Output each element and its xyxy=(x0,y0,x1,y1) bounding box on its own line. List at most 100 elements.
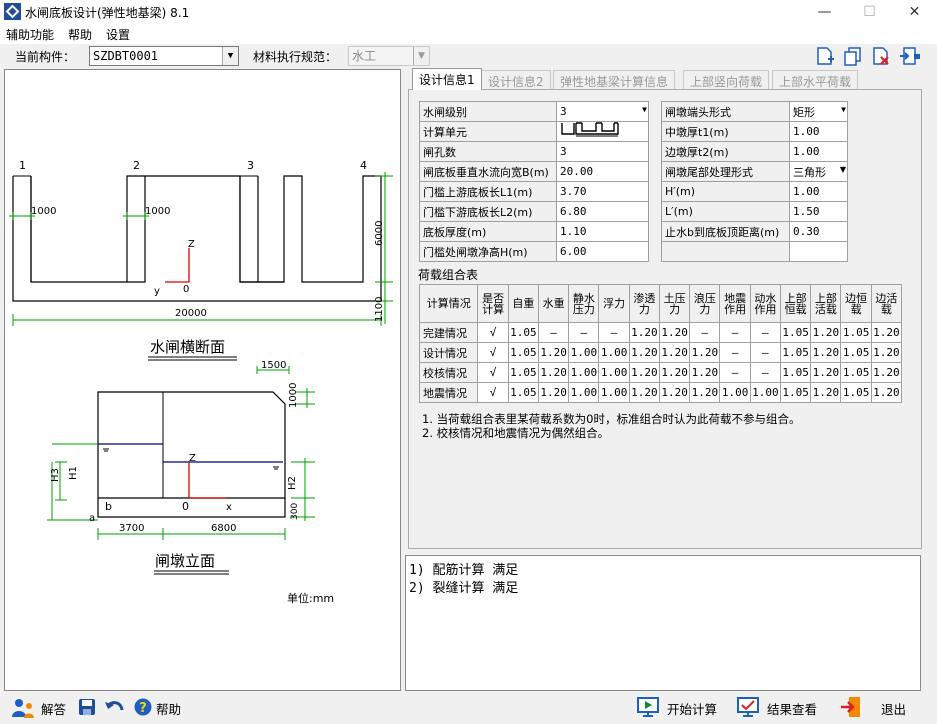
param-value[interactable]: 1.00 xyxy=(789,181,848,202)
close-button[interactable]: ✕ xyxy=(892,0,937,24)
load-factor-cell[interactable]: — xyxy=(598,322,630,343)
chevron-down-icon[interactable]: ▼ xyxy=(841,105,846,114)
tab-upper-vertical-load[interactable]: 上部竖向荷载 xyxy=(683,70,770,89)
load-factor-cell[interactable]: — xyxy=(749,362,781,383)
load-factor-cell[interactable]: 1.20 xyxy=(537,382,570,403)
load-factor-cell[interactable]: 1.20 xyxy=(689,362,721,383)
load-factor-cell[interactable]: 1.20 xyxy=(689,342,721,363)
load-factor-cell[interactable]: 1.05 xyxy=(779,382,812,403)
load-factor-cell[interactable]: 1.20 xyxy=(658,382,691,403)
answer-button[interactable]: 解答 xyxy=(41,699,66,718)
import-component-icon[interactable] xyxy=(899,46,921,66)
help-button[interactable]: 帮助 xyxy=(156,699,181,718)
load-factor-cell[interactable]: 1.05 xyxy=(507,342,539,363)
load-factor-cell[interactable]: — xyxy=(749,322,781,343)
exit-button[interactable]: 退出 xyxy=(881,699,906,718)
param-value[interactable]: 1.00 xyxy=(789,121,848,142)
param-value[interactable]: 3 ▼ xyxy=(556,101,649,122)
param-value[interactable] xyxy=(789,241,848,262)
load-factor-cell[interactable]: 1.20 xyxy=(810,322,842,343)
load-factor-cell[interactable]: 1.20 xyxy=(628,382,660,403)
tab-elastic-beam-info[interactable]: 弹性地基梁计算信息 xyxy=(553,70,676,89)
param-value[interactable]: 20.00 xyxy=(556,161,649,182)
chevron-down-icon[interactable]: ▼ xyxy=(222,47,238,65)
load-factor-cell[interactable]: 1.20 xyxy=(870,362,903,383)
load-factor-cell[interactable]: 1.05 xyxy=(840,382,872,403)
tab-design-info-2[interactable]: 设计信息2 xyxy=(481,70,551,89)
undo-icon[interactable] xyxy=(105,699,125,715)
calc-checkbox[interactable]: √ xyxy=(477,362,509,383)
result-box[interactable]: 1) 配筋计算 满足 2) 裂缝计算 满足 xyxy=(405,555,921,691)
copy-component-icon[interactable] xyxy=(843,46,863,66)
load-factor-cell[interactable]: 1.20 xyxy=(870,342,903,363)
view-results-button[interactable]: 结果查看 xyxy=(767,699,817,718)
load-factor-cell[interactable]: — xyxy=(749,342,781,363)
load-factor-cell[interactable]: 1.05 xyxy=(507,322,539,343)
spec-select[interactable]: 水工 ▼ xyxy=(348,46,430,66)
tab-upper-horizontal-load[interactable]: 上部水平荷载 xyxy=(772,70,859,89)
chevron-down-icon[interactable]: ▼ xyxy=(413,47,429,65)
new-component-icon[interactable] xyxy=(815,46,835,66)
calc-checkbox[interactable]: √ xyxy=(477,382,509,403)
chevron-down-icon[interactable]: ▼ xyxy=(642,105,647,114)
param-value[interactable]: 6.80 xyxy=(556,201,649,222)
param-value[interactable]: 三角形 ▼ xyxy=(789,161,848,182)
param-value[interactable]: 3 xyxy=(556,141,649,162)
load-factor-cell[interactable]: 1.20 xyxy=(658,322,691,343)
load-factor-cell[interactable]: 1.00 xyxy=(568,362,600,383)
component-select[interactable]: SZDBT0001 ▼ xyxy=(89,46,239,66)
param-value[interactable]: 1.10 xyxy=(556,221,649,242)
load-factor-cell[interactable]: — xyxy=(719,362,751,383)
load-factor-cell[interactable]: 1.20 xyxy=(628,362,660,383)
load-factor-cell[interactable]: — xyxy=(568,322,600,343)
load-factor-cell[interactable]: 1.05 xyxy=(840,342,872,363)
load-factor-cell[interactable]: — xyxy=(719,322,751,343)
tab-design-info-1[interactable]: 设计信息1 xyxy=(412,68,482,90)
view-results-icon[interactable] xyxy=(737,697,759,717)
load-factor-cell[interactable]: 1.20 xyxy=(658,362,691,383)
param-value[interactable]: 0.30 xyxy=(789,221,848,242)
load-factor-cell[interactable]: — xyxy=(689,322,721,343)
load-factor-cell[interactable]: 1.20 xyxy=(810,382,842,403)
load-factor-cell[interactable]: — xyxy=(537,322,570,343)
load-factor-cell[interactable]: 1.05 xyxy=(840,362,872,383)
load-factor-cell[interactable]: 1.05 xyxy=(507,382,539,403)
load-factor-cell[interactable]: 1.05 xyxy=(779,342,812,363)
load-factor-cell[interactable]: 1.00 xyxy=(749,382,781,403)
load-factor-cell[interactable]: 1.05 xyxy=(507,362,539,383)
exit-icon[interactable] xyxy=(840,696,862,718)
menu-help[interactable]: 帮助 xyxy=(68,26,92,43)
load-factor-cell[interactable]: 1.20 xyxy=(628,322,660,343)
load-factor-cell[interactable]: 1.00 xyxy=(719,382,751,403)
menu-settings[interactable]: 设置 xyxy=(106,26,130,43)
load-factor-cell[interactable]: 1.20 xyxy=(870,382,903,403)
start-calc-icon[interactable] xyxy=(637,697,659,717)
param-value[interactable]: 矩形 ▼ xyxy=(789,101,848,122)
load-factor-cell[interactable]: 1.05 xyxy=(779,362,812,383)
param-value[interactable]: 6.00 xyxy=(556,241,649,262)
load-factor-cell[interactable]: 1.20 xyxy=(537,362,570,383)
load-factor-cell[interactable]: 1.20 xyxy=(628,342,660,363)
chevron-down-icon[interactable]: ▼ xyxy=(840,165,846,174)
answer-icon[interactable] xyxy=(11,697,35,719)
load-factor-cell[interactable]: — xyxy=(719,342,751,363)
load-factor-cell[interactable]: 1.00 xyxy=(598,342,630,363)
param-value[interactable]: 3.70 xyxy=(556,181,649,202)
load-factor-cell[interactable]: 1.00 xyxy=(598,382,630,403)
load-factor-cell[interactable]: 1.00 xyxy=(598,362,630,383)
load-factor-cell[interactable]: 1.20 xyxy=(689,382,721,403)
calc-checkbox[interactable]: √ xyxy=(477,342,509,363)
load-factor-cell[interactable]: 1.20 xyxy=(537,342,570,363)
load-factor-cell[interactable]: 1.20 xyxy=(870,322,903,343)
calc-checkbox[interactable]: √ xyxy=(477,322,509,343)
maximize-button[interactable]: ☐ xyxy=(847,0,892,24)
param-value[interactable]: 1.50 xyxy=(789,201,848,222)
delete-component-icon[interactable] xyxy=(871,46,891,66)
load-factor-cell[interactable]: 1.00 xyxy=(568,382,600,403)
minimize-button[interactable]: — xyxy=(802,0,847,24)
menu-aux-functions[interactable]: 辅助功能 xyxy=(6,26,54,43)
save-icon[interactable] xyxy=(78,698,96,716)
load-factor-cell[interactable]: 1.05 xyxy=(840,322,872,343)
load-factor-cell[interactable]: 1.00 xyxy=(568,342,600,363)
load-factor-cell[interactable]: 1.20 xyxy=(658,342,691,363)
